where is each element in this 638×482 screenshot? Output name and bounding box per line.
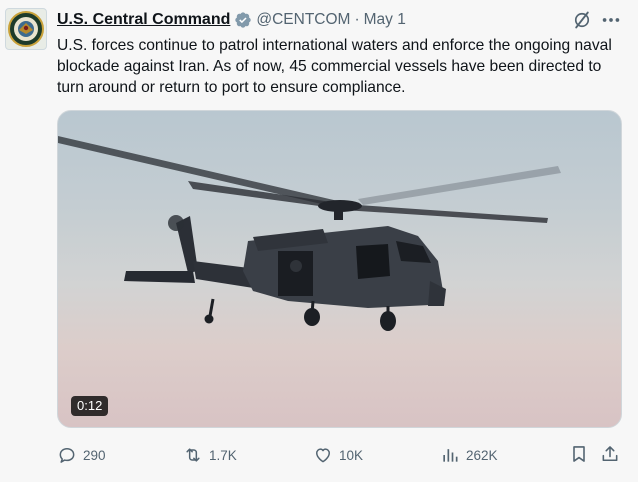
more-options-icon[interactable] [600, 10, 622, 30]
grok-icon[interactable] [572, 10, 592, 30]
author-handle[interactable]: @CENTCOM [256, 11, 350, 29]
video-duration: 0:12 [71, 396, 109, 416]
helicopter-image [58, 136, 561, 331]
views-chart-icon [443, 449, 458, 462]
video-player[interactable]: 0:12 [57, 110, 622, 428]
author-name[interactable]: U.S. Central Command [57, 11, 230, 29]
tweet-header: U.S. Central Command @CENTCOM · May 1 [57, 9, 406, 31]
tweet[interactable]: U.S. Central Command @CENTCOM · May 1 U.… [0, 0, 638, 482]
tweet-text: U.S. forces continue to patrol internati… [57, 37, 612, 96]
repost-count: 1.7K [209, 447, 237, 463]
separator-dot: · [354, 11, 360, 28]
like-count: 10K [339, 447, 364, 463]
heart-icon [316, 448, 330, 463]
reply-icon [59, 448, 75, 463]
verified-badge-icon[interactable] [234, 11, 252, 29]
reply-count: 290 [83, 447, 106, 463]
avatar[interactable] [5, 8, 47, 50]
centcom-seal-icon [8, 11, 44, 47]
reply-button[interactable]: 290 [57, 444, 106, 466]
repost-icon [186, 448, 200, 462]
bookmark-icon[interactable] [569, 444, 589, 464]
post-date[interactable]: May 1 [364, 11, 406, 29]
repost-button[interactable]: 1.7K [183, 444, 237, 466]
views-count: 262K [466, 447, 498, 463]
views-button[interactable]: 262K [440, 444, 498, 466]
share-icon[interactable] [600, 444, 620, 464]
like-button[interactable]: 10K [313, 444, 363, 466]
